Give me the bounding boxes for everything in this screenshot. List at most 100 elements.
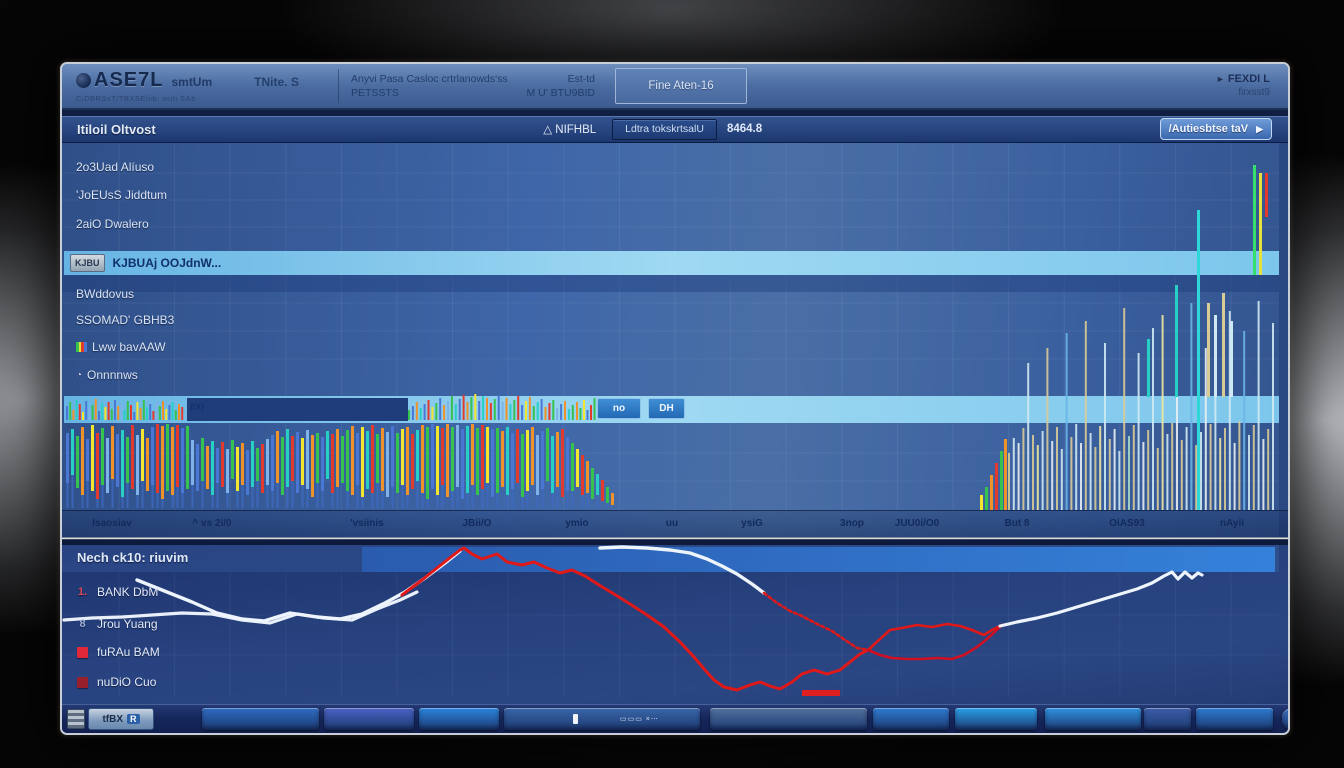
bar: [456, 425, 459, 487]
strip-tick: [72, 410, 74, 420]
bar: [1238, 421, 1240, 510]
taskbar-button[interactable]: [419, 708, 499, 730]
strip-tick: [474, 394, 476, 420]
bar: [1018, 443, 1020, 510]
watchlist-row[interactable]: SSOMAD' GBHB3: [76, 312, 174, 328]
main-chart-panel: 2o3Uad Alíuso 'JoEUsS Jiddtum 2aiO Dwalero…: [62, 143, 1290, 537]
bar-tail: [287, 487, 289, 508]
bar: [211, 441, 214, 495]
taskbar-button[interactable]: [1282, 708, 1290, 730]
strip-tick: [149, 404, 151, 420]
watchlist-row[interactable]: Lww bavAAW: [76, 339, 166, 355]
bar: [116, 434, 119, 487]
taskbar-menu-icon[interactable]: [67, 709, 85, 729]
strip-tick: [178, 404, 180, 420]
taskbar-button[interactable]: [202, 708, 319, 730]
legend-item[interactable]: 8Jrou Yuang: [77, 615, 158, 633]
bar-tail: [542, 489, 544, 508]
timeframe-dropdown[interactable]: /Autiesbtse taV ▶: [1160, 118, 1272, 140]
bar: [1037, 445, 1039, 510]
header-tab[interactable]: Fine Aten-16: [615, 68, 747, 104]
strip-tick: [120, 404, 122, 420]
bar: [1243, 331, 1245, 510]
bar-tail: [82, 495, 84, 508]
bar: [1123, 308, 1125, 510]
strip-tick: [459, 399, 461, 420]
bar: [1066, 333, 1068, 510]
legend-item[interactable]: fuRAu BAM: [77, 643, 160, 661]
bar-tail: [587, 493, 589, 508]
bar: [1008, 453, 1010, 510]
bar: [1000, 451, 1003, 510]
app-tagline: CiDBRSsT/TBXSEiiib: wuti SAb: [76, 94, 326, 103]
taskbar-button[interactable]: [1045, 708, 1141, 730]
strip-tick: [159, 406, 161, 420]
bar: [1099, 426, 1101, 510]
bar-tail: [382, 491, 384, 508]
bar-tail: [257, 481, 259, 508]
bar: [516, 429, 519, 483]
bar: [341, 436, 344, 483]
header-divider: [338, 69, 339, 103]
bar: [391, 426, 394, 487]
bar: [326, 431, 329, 479]
brand-block: ASE7L smtUm TNite. S CiDBRSsT/TBXSEiiib:…: [62, 69, 326, 103]
strip-tick: [431, 407, 433, 420]
bar: [491, 429, 494, 497]
strip-chip-button[interactable]: DH: [648, 398, 685, 419]
bar-tail: [172, 495, 174, 508]
bar-tail: [402, 485, 404, 508]
spike-bar: [1214, 315, 1217, 397]
watchlist-row[interactable]: 2o3Uad Alíuso: [76, 159, 154, 175]
bar: [1210, 424, 1212, 510]
taskbar-start-button[interactable]: tfBX R: [88, 708, 154, 730]
strip-chip-button[interactable]: no: [597, 398, 641, 419]
legend-item[interactable]: nuDiO Cuo: [77, 673, 156, 691]
instrument-chip[interactable]: KJBU: [70, 254, 105, 272]
selected-instrument-row[interactable]: KJBU KJBUAj OOJdnW...: [62, 251, 1279, 275]
bar: [576, 449, 579, 487]
bar: [166, 424, 169, 491]
bar: [601, 480, 604, 501]
bar: [1181, 440, 1183, 510]
bar: [151, 427, 154, 485]
bar: [1258, 301, 1260, 510]
watchlist-row[interactable]: 'JoEUsS Jiddtum: [76, 187, 167, 203]
taskbar-button[interactable]: [873, 708, 949, 730]
bar-tail: [337, 487, 339, 508]
taskbar-button[interactable]: ▭▭▭ ×⋯: [504, 708, 700, 730]
strip-tick: [470, 397, 472, 420]
bar-tail: [252, 487, 254, 508]
bar: [541, 431, 544, 489]
header-nav-item[interactable]: TNite. S: [254, 75, 299, 89]
taskbar-button[interactable]: [324, 708, 414, 730]
bar: [356, 433, 359, 485]
watchlist-row[interactable]: ◔Onnnnws: [76, 367, 138, 383]
taskbar-button[interactable]: [955, 708, 1037, 730]
taskbar: tfBX R ▭▭▭ ×⋯: [62, 704, 1288, 735]
strip-tick: [529, 397, 531, 420]
taskbar-button[interactable]: [1144, 708, 1191, 730]
legend-item[interactable]: 1.BANK DbM: [77, 583, 158, 601]
bar: [496, 428, 499, 493]
bar: [381, 428, 384, 491]
taskbar-button[interactable]: [710, 708, 867, 730]
play-icon[interactable]: ▶: [1256, 124, 1263, 135]
bar: [1162, 315, 1164, 510]
x-axis-tick-label: uu: [627, 518, 717, 529]
toolbar-button[interactable]: Ldtra tokskrtsalU: [612, 119, 717, 140]
strip-tick: [521, 405, 523, 420]
bar: [546, 428, 549, 481]
strip-tick: [564, 401, 566, 420]
watchlist-row[interactable]: 2aiO Dwalero: [76, 216, 149, 232]
watchlist-row[interactable]: BWddovus: [76, 286, 134, 302]
bar: [66, 433, 69, 483]
bar: [526, 430, 529, 491]
bar: [321, 437, 324, 491]
bar: [196, 444, 199, 491]
taskbar-button[interactable]: [1196, 708, 1273, 730]
spike-bar: [1147, 339, 1150, 397]
strip-tick: [408, 410, 410, 420]
strip-tick: [168, 405, 170, 420]
bar: [1080, 443, 1082, 510]
